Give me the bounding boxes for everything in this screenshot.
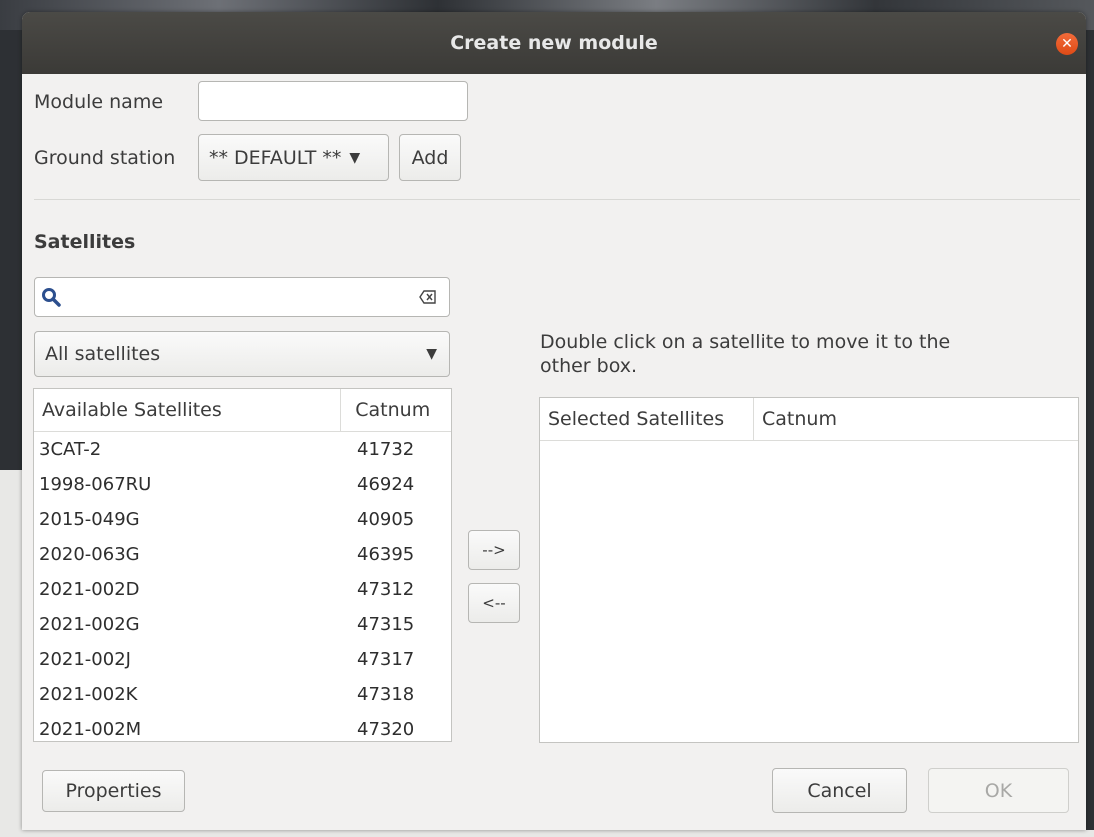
search-icon — [42, 288, 61, 307]
list-item[interactable]: 2020-063G 46395 — [34, 537, 451, 572]
cancel-button[interactable]: Cancel — [772, 768, 907, 813]
column-header-catnum[interactable]: Catnum — [341, 389, 451, 431]
ground-station-dropdown[interactable]: ** DEFAULT ** ▼ — [198, 134, 389, 181]
satellite-group-value: All satellites — [45, 343, 161, 365]
ok-button[interactable]: OK — [928, 768, 1069, 813]
chevron-down-icon: ▼ — [349, 149, 361, 166]
satellite-catnum: 40905 — [357, 509, 415, 530]
satellite-catnum: 41732 — [357, 439, 415, 460]
clear-search-icon[interactable] — [419, 290, 437, 304]
satellite-catnum: 47312 — [357, 579, 415, 600]
list-item[interactable]: 2021-002K 47318 — [34, 677, 451, 712]
dialog-title: Create new module — [450, 32, 658, 54]
close-button[interactable]: ✕ — [1056, 33, 1078, 55]
satellite-catnum: 47315 — [357, 614, 415, 635]
list-item[interactable]: 2021-002M 47320 — [34, 712, 451, 741]
desktop-background-right — [1086, 30, 1094, 837]
create-module-dialog: Create new module ✕ Module name Ground s… — [22, 12, 1086, 830]
chevron-down-icon: ▼ — [426, 346, 437, 362]
move-left-button[interactable]: <-- — [468, 583, 520, 623]
dialog-titlebar[interactable]: Create new module ✕ — [22, 12, 1086, 74]
list-item[interactable]: 1998-067RU 46924 — [34, 467, 451, 502]
column-header-selected-satellites[interactable]: Selected Satellites — [540, 398, 754, 440]
satellite-catnum: 47320 — [357, 719, 415, 740]
satellite-search-input[interactable] — [34, 277, 450, 317]
satellite-catnum: 47318 — [357, 684, 415, 705]
list-item[interactable]: 2015-049G 40905 — [34, 502, 451, 537]
satellite-name: 2021-002J — [39, 649, 131, 670]
satellite-name: 2021-002G — [39, 614, 140, 635]
satellite-catnum: 46395 — [357, 544, 415, 565]
satellite-catnum: 47317 — [357, 649, 415, 670]
properties-button[interactable]: Properties — [42, 770, 185, 812]
list-item[interactable]: 3CAT-2 41732 — [34, 432, 451, 467]
list-item[interactable]: 2021-002J 47317 — [34, 642, 451, 677]
ground-station-label: Ground station — [34, 147, 176, 169]
desktop-background-bottom — [0, 830, 1094, 837]
satellite-catnum: 46924 — [357, 474, 415, 495]
close-icon: ✕ — [1061, 36, 1073, 52]
desktop-background-left-dark — [0, 30, 24, 470]
module-name-label: Module name — [34, 91, 164, 113]
module-name-input[interactable] — [198, 81, 468, 121]
ground-station-value: ** DEFAULT ** — [209, 146, 342, 169]
satellite-name: 3CAT-2 — [39, 439, 102, 460]
selected-satellites-list[interactable]: Selected Satellites Catnum — [539, 397, 1079, 743]
selection-hint: Double click on a satellite to move it t… — [540, 331, 951, 377]
satellite-name: 1998-067RU — [39, 474, 152, 495]
satellite-name: 2015-049G — [39, 509, 140, 530]
add-ground-station-button[interactable]: Add — [399, 134, 461, 181]
available-satellites-list[interactable]: Available Satellites Catnum 3CAT-2 41732 … — [33, 388, 452, 742]
column-header-catnum[interactable]: Catnum — [754, 398, 954, 440]
satellite-name: 2021-002K — [39, 684, 138, 705]
list-item[interactable]: 2021-002G 47315 — [34, 607, 451, 642]
section-separator — [34, 199, 1080, 200]
available-list-header: Available Satellites Catnum — [34, 389, 451, 432]
satellites-section-title: Satellites — [34, 231, 136, 253]
list-item[interactable]: 2021-002D 47312 — [34, 572, 451, 607]
dialog-content: Module name Ground station ** DEFAULT **… — [22, 74, 1086, 830]
selected-list-header: Selected Satellites Catnum — [540, 398, 1078, 441]
move-right-button[interactable]: --> — [468, 530, 520, 570]
satellite-name: 2020-063G — [39, 544, 140, 565]
column-header-available-satellites[interactable]: Available Satellites — [34, 389, 342, 431]
satellite-name: 2021-002D — [39, 579, 140, 600]
satellite-name: 2021-002M — [39, 719, 142, 740]
satellite-group-dropdown[interactable]: All satellites ▼ — [34, 331, 450, 377]
